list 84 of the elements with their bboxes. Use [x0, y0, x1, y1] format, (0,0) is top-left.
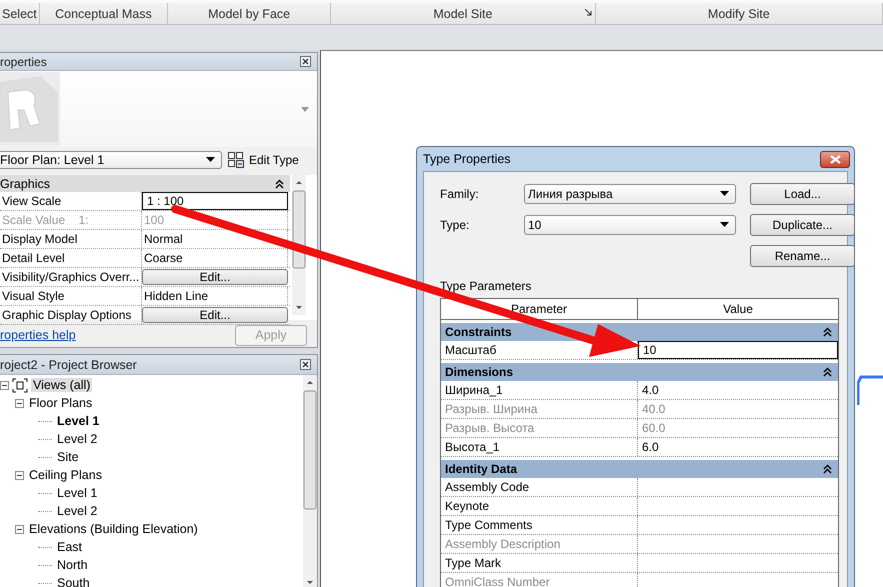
tree-item[interactable]: Level 1 — [55, 414, 102, 428]
parameter-name: Разрыв. Ширина — [441, 400, 638, 418]
parameter-name: Keynote — [441, 497, 638, 515]
properties-help-link[interactable]: roperties help — [0, 328, 76, 342]
edit-button[interactable]: Edit... — [142, 307, 288, 323]
parameter-value: 60.0 — [641, 420, 666, 437]
property-value: Hidden Line — [142, 287, 288, 305]
column-header[interactable]: Value — [638, 299, 838, 319]
tree-item[interactable]: Views (all) — [31, 378, 92, 392]
collapse-icon[interactable] — [823, 464, 832, 474]
group-header: Identity Data — [445, 462, 518, 476]
section-label: Type Parameters — [440, 279, 532, 293]
tree-item[interactable]: Site — [55, 450, 81, 464]
property-value: Normal — [142, 230, 288, 248]
scrollbar[interactable] — [292, 175, 306, 315]
tree-item[interactable]: Level 2 — [55, 432, 100, 446]
tree-item[interactable]: Ceiling Plans — [27, 468, 104, 482]
collapse-icon[interactable] — [823, 367, 832, 377]
group-header: Constraints — [445, 325, 512, 339]
edit-type-button[interactable]: Edit Type — [228, 152, 299, 168]
ribbon-panel-label[interactable]: Conceptual Mass — [40, 3, 168, 24]
load-button[interactable]: Load... — [750, 183, 855, 205]
parameter-value: 6.0 — [641, 439, 660, 456]
model-line — [857, 375, 883, 405]
views-icon — [12, 378, 28, 392]
property-name: Display Model — [0, 230, 142, 248]
parameter-name: OmniClass Number — [441, 573, 638, 587]
close-icon — [830, 154, 840, 164]
column-header[interactable]: Parameter — [441, 299, 638, 319]
property-value-field[interactable]: 1 : 100 — [142, 192, 288, 210]
collapse-icon[interactable] — [0, 380, 9, 390]
parameter-value: 40.0 — [641, 401, 666, 418]
group-header: Graphics — [0, 176, 50, 190]
tree-item[interactable]: Elevations (Building Elevation) — [27, 522, 200, 536]
tree-item[interactable]: Floor Plans — [27, 396, 94, 410]
parameter-name: Type Comments — [441, 516, 638, 534]
duplicate-button[interactable]: Duplicate... — [750, 214, 855, 236]
dropdown-arrow-icon[interactable] — [206, 157, 215, 163]
dialog-launcher-icon[interactable] — [584, 9, 592, 16]
scrollbar[interactable] — [303, 375, 317, 587]
collapse-icon[interactable] — [275, 178, 284, 188]
parameter-name: Assembly Code — [441, 478, 638, 496]
tree-item[interactable]: Level 1 — [55, 486, 100, 500]
edit-button[interactable]: Edit... — [142, 269, 288, 285]
rename-button[interactable]: Rename... — [750, 245, 855, 267]
property-value: Coarse — [142, 249, 288, 267]
dialog-title: Type Properties — [423, 152, 511, 166]
close-icon[interactable] — [300, 56, 311, 67]
field-label: Type: — [440, 218, 470, 232]
close-button[interactable] — [820, 150, 850, 168]
edit-type-icon — [228, 152, 245, 168]
type-selector-dropdown[interactable]: Floor Plan: Level 1 — [0, 151, 222, 169]
tree-item[interactable]: South — [55, 576, 92, 587]
panel-title: roperties — [0, 54, 47, 68]
ribbon-panel-label[interactable]: Modify Site — [596, 3, 883, 24]
property-value: 100 — [142, 211, 288, 229]
ribbon-panel-label[interactable]: Model by Face — [168, 3, 332, 24]
family-dropdown[interactable]: Линия разрыва — [524, 184, 736, 204]
property-name: Scale Value 1: — [0, 211, 142, 229]
collapse-icon[interactable] — [15, 470, 24, 480]
close-icon[interactable] — [300, 359, 311, 370]
field-label: Family: — [440, 187, 480, 201]
dropdown-arrow-icon[interactable] — [720, 191, 729, 197]
panel-title: roject2 - Project Browser — [0, 358, 137, 372]
group-header: Dimensions — [445, 365, 514, 379]
tree-item[interactable]: Level 2 — [55, 504, 100, 518]
ribbon-panel-label[interactable]: Model Site — [331, 3, 596, 24]
property-name: Visual Style — [0, 287, 142, 305]
parameter-name: Высота_1 — [441, 438, 638, 456]
parameter-name: Assembly Description — [441, 535, 638, 553]
ribbon-panel-label[interactable]: Select — [0, 3, 40, 24]
parameter-name: Ширина_1 — [441, 381, 638, 399]
collapse-icon[interactable] — [15, 398, 24, 408]
collapse-icon[interactable] — [823, 327, 832, 337]
parameter-name: Разрыв. Высота — [441, 419, 638, 437]
collapse-icon[interactable] — [15, 524, 24, 534]
property-name: Detail Level — [0, 249, 142, 267]
dropdown-arrow-icon[interactable] — [720, 222, 729, 228]
parameter-name: Type Mark — [441, 554, 638, 572]
type-dropdown[interactable]: 10 — [524, 215, 736, 235]
parameter-value-field[interactable]: 10 — [638, 341, 838, 359]
tree-item[interactable]: North — [55, 558, 90, 572]
tree-item[interactable]: East — [55, 540, 84, 554]
parameter-value: 4.0 — [641, 382, 660, 399]
